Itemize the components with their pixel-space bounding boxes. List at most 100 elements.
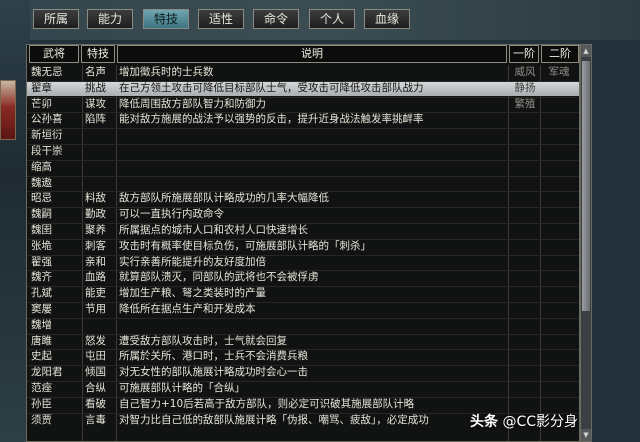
row-divider	[27, 191, 579, 193]
row-divider	[27, 349, 579, 351]
officer-name-cell: 缩高	[31, 160, 52, 173]
table-row[interactable]: 公孙喜 陷阵 能对敌方施展的战法予以强势的反击，提升近身战法触发率挑衅率	[27, 112, 579, 127]
column-header-tier2[interactable]: 二阶	[541, 45, 579, 63]
officer-portrait	[0, 80, 16, 140]
table-row[interactable]: 魏嗣 勤政 可以一直执行内政命令	[27, 207, 579, 222]
table-row[interactable]: 魏无忌 名声 增加徵兵时的士兵数 威风 军魂	[27, 65, 579, 80]
table-row[interactable]: 翟章 挑战 在己方领土攻击可降低目标部队士气，受攻击可降低攻击部队战力 静扬	[27, 80, 579, 96]
table-row[interactable]: 唐雎 怒发 遭受敌方部队攻击时，士气就会回复	[27, 334, 579, 349]
officer-name-cell: 魏齐	[31, 271, 52, 284]
skill-description-cell: 对无女性的部队施展计略成功时会心一击	[119, 366, 308, 379]
row-divider	[27, 254, 579, 256]
table-row[interactable]: 魏遨	[27, 176, 579, 191]
skill-name-cell: 亲和	[85, 255, 106, 268]
table-row[interactable]: 芒卯 谋攻 降低周围敌方部队智力和防御力 繁殖	[27, 97, 579, 112]
table-row[interactable]: 魏圉 聚养 所属据点的城市人口和农村人口快速增长	[27, 223, 579, 238]
column-header-skill[interactable]: 特技	[81, 45, 115, 63]
officer-name-cell: 魏增	[31, 318, 52, 331]
skill-name-cell: 看破	[85, 397, 106, 410]
column-header-tier1[interactable]: 一阶	[509, 45, 539, 63]
skill-name-cell: 屯田	[85, 350, 106, 363]
officer-name-cell: 范痤	[31, 382, 52, 394]
skill-description-cell: 敌方部队所施展部队计略成功的几率大幅降低	[119, 192, 329, 205]
table-row[interactable]: 窦屡 节用 降低所在据点生产和开发成本	[27, 302, 579, 317]
row-divider	[27, 317, 579, 319]
tier1-skill-cell: 繁殖	[514, 97, 536, 110]
table-row[interactable]: 龙阳君 倾国 对无女性的部队施展计略成功时会心一击	[27, 365, 579, 380]
table-row[interactable]: 魏增	[27, 318, 579, 333]
table-row[interactable]: 昭忌 料敌 敌方部队所施展部队计略成功的几率大幅降低	[27, 191, 579, 206]
table-row[interactable]: 缩高	[27, 160, 579, 175]
tab-personal[interactable]: 个人	[309, 9, 355, 29]
skill-name-cell: 陷阵	[85, 113, 106, 126]
watermark: 头条 @CC影分身	[470, 412, 638, 432]
officer-name-cell: 窦屡	[31, 303, 52, 315]
officer-name-cell: 芒卯	[31, 97, 52, 110]
officer-name-cell: 魏遨	[31, 176, 52, 189]
table-row[interactable]: 魏齐 血路 就算部队溃灭，同部队的武将也不会被俘虏	[27, 270, 579, 285]
skill-description-cell: 在己方领土攻击可降低目标部队士气，受攻击可降低攻击部队战力	[119, 81, 424, 94]
tab-ability[interactable]: 能力	[87, 9, 133, 29]
officer-name-cell: 昭忌	[31, 192, 52, 205]
skill-description-cell: 自己智力+10后若高于敌方部队，则必定可识破其施展部队计略	[119, 397, 415, 410]
row-divider	[27, 80, 579, 82]
skill-description-cell: 遭受敌方部队攻击时，士气就会回复	[119, 334, 287, 347]
officer-name-cell: 魏无忌	[31, 66, 63, 78]
tier1-skill-cell: 静扬	[514, 81, 536, 94]
table-row[interactable]: 张垝 刺客 攻击时有概率使目标负伤，可施展部队计略的「刺杀」	[27, 239, 579, 254]
skill-name-cell: 挑战	[85, 81, 106, 94]
officer-name-cell: 须贾	[31, 413, 52, 426]
column-header-officer[interactable]: 武将	[29, 45, 79, 63]
table-row[interactable]: 孔斌 能吏 增加生产粮、弩之类装时的产量	[27, 286, 579, 301]
skill-description-cell: 降低周围敌方部队智力和防御力	[119, 97, 266, 110]
officer-name-cell: 翟强	[31, 255, 52, 268]
skill-description-cell: 实行亲善所能提升的友好度加倍	[119, 255, 266, 268]
tab-aptitude[interactable]: 适性	[198, 9, 244, 29]
scrollbar-thumb[interactable]	[582, 61, 590, 311]
skill-name-cell: 能吏	[85, 287, 106, 300]
table-row[interactable]: 史起 屯田 所属於关所、港口时，士兵不会消费兵粮	[27, 349, 579, 364]
tier2-skill-cell: 军魂	[548, 66, 570, 78]
skill-description-cell: 攻击时有概率使目标负伤，可施展部队计略的「刺杀」	[119, 239, 371, 252]
skill-name-cell: 勤政	[85, 208, 106, 221]
table-row[interactable]: 翟强 亲和 实行亲善所能提升的友好度加倍	[27, 255, 579, 270]
row-divider	[27, 128, 579, 130]
officer-skill-table: 武将 特技 说明 一阶 二阶 魏无忌 名声 增加徵兵时的士兵数 威风 军魂 翟章 挑战 在己方…	[26, 44, 580, 442]
skill-name-cell: 谋攻	[85, 97, 106, 110]
skill-name-cell: 刺客	[85, 239, 106, 252]
scroll-up-arrow-icon[interactable]: ▲	[581, 45, 591, 57]
skill-description-cell: 所属於关所、港口时，士兵不会消费兵粮	[119, 350, 308, 363]
row-divider	[27, 96, 579, 98]
row-divider	[27, 396, 579, 398]
skill-description-cell: 可以一直执行内政命令	[119, 208, 224, 221]
skill-name-cell: 聚养	[85, 224, 106, 236]
row-divider	[27, 112, 579, 114]
column-header-description[interactable]: 说明	[117, 45, 507, 63]
table-row[interactable]: 范痤 合纵 可施展部队计略的「合纵」	[27, 381, 579, 396]
officer-name-cell: 张垝	[31, 239, 52, 252]
skill-name-cell: 怒发	[85, 334, 106, 347]
tab-bloodline[interactable]: 血缘	[364, 9, 410, 29]
row-divider	[27, 286, 579, 288]
row-divider	[27, 270, 579, 272]
officer-name-cell: 段干崇	[31, 145, 63, 157]
tab-affiliation[interactable]: 所属	[33, 9, 79, 29]
skill-name-cell: 倾国	[85, 366, 106, 379]
table-row[interactable]: 孙臣 看破 自己智力+10后若高于敌方部队，则必定可识破其施展部队计略	[27, 397, 579, 412]
table-row[interactable]: 段干崇	[27, 144, 579, 159]
skill-name-cell: 血路	[85, 271, 106, 284]
officer-name-cell: 魏圉	[31, 224, 52, 236]
skill-name-cell: 料敌	[85, 192, 106, 205]
skill-name-cell: 合纵	[85, 382, 106, 394]
skill-description-cell: 降低所在据点生产和开发成本	[119, 303, 256, 315]
tab-special-skill[interactable]: 特技	[143, 9, 189, 29]
skill-description-cell: 增加徵兵时的士兵数	[119, 66, 214, 78]
skill-description-cell: 所属据点的城市人口和农村人口快速增长	[119, 224, 308, 236]
officer-name-cell: 翟章	[31, 81, 52, 94]
watermark-logo: 头条	[470, 414, 498, 430]
tab-command[interactable]: 命令	[253, 9, 299, 29]
table-row[interactable]: 新垣衍	[27, 128, 579, 143]
skill-name-cell: 名声	[85, 66, 106, 78]
row-divider	[27, 381, 579, 382]
vertical-scrollbar[interactable]: ▲ ▼	[580, 44, 592, 442]
